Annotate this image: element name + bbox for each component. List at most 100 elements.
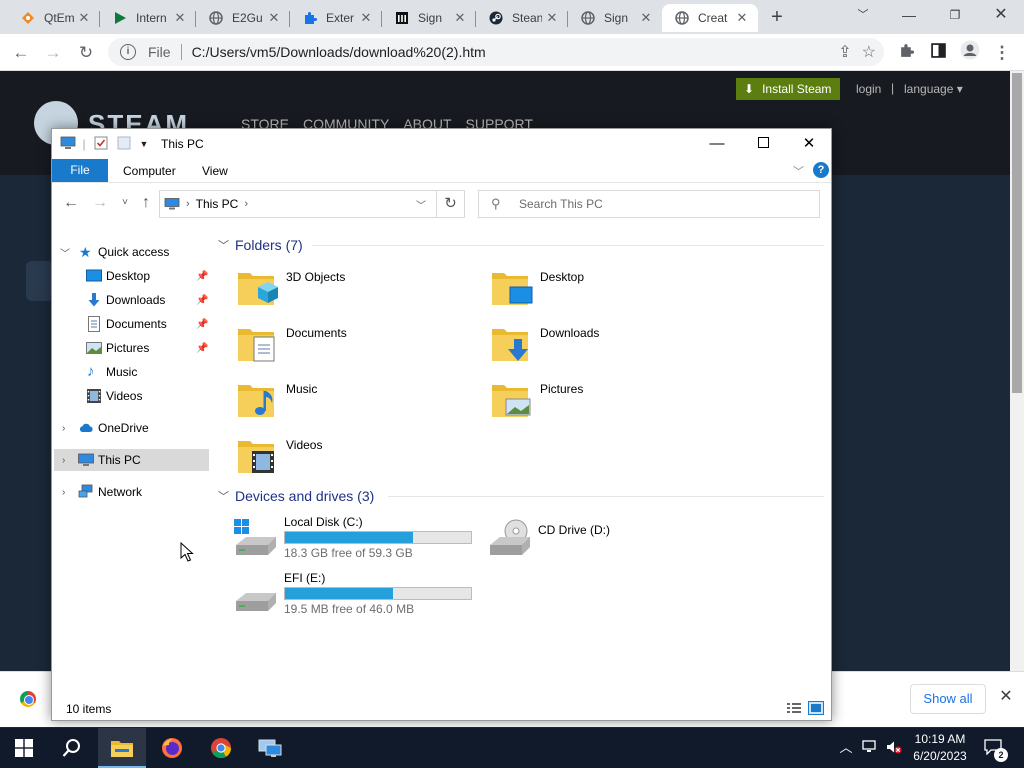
pin-icon[interactable]: 📌 bbox=[196, 343, 208, 354]
tab-e2gu[interactable]: E2Gu ✕ bbox=[195, 4, 290, 32]
up-arrow-icon[interactable]: ↑ bbox=[137, 194, 155, 212]
ribbon-tab-view[interactable]: View bbox=[202, 164, 228, 178]
tab-exter[interactable]: Exter ✕ bbox=[289, 4, 382, 32]
bookmark-star-icon[interactable]: ☆ bbox=[862, 42, 876, 62]
folder-pictures[interactable]: Pictures bbox=[490, 377, 730, 425]
chevron-down-icon[interactable]: ﹀ bbox=[218, 237, 229, 253]
chrome-file-icon[interactable] bbox=[20, 691, 36, 707]
nav-network[interactable]: › Network bbox=[54, 481, 209, 503]
explorer-address-bar[interactable]: › This PC › ﹀ bbox=[159, 190, 465, 218]
close-icon[interactable]: ✕ bbox=[734, 10, 750, 26]
explorer-title-bar[interactable]: | ▼ This PC — ✕ bbox=[52, 129, 831, 159]
volume-muted-icon[interactable] bbox=[886, 740, 902, 756]
tab-search-chevron-icon[interactable]: ﹀ bbox=[840, 0, 886, 34]
show-hidden-icons-chevron-icon[interactable]: ︿ bbox=[838, 740, 854, 756]
nav-documents[interactable]: Documents 📌 bbox=[54, 313, 209, 335]
chevron-down-icon[interactable]: ﹀ bbox=[60, 245, 70, 260]
nav-desktop[interactable]: Desktop 📌 bbox=[54, 265, 209, 287]
search-input[interactable]: ⚲ Search This PC bbox=[478, 190, 820, 218]
new-folder-icon[interactable] bbox=[116, 136, 132, 152]
menu-kebab-icon[interactable]: ⋮ bbox=[989, 40, 1015, 66]
breadcrumb-this-pc[interactable]: This PC bbox=[196, 197, 239, 211]
customize-dropdown-icon[interactable]: ▼ bbox=[136, 136, 152, 152]
ribbon-tab-computer[interactable]: Computer bbox=[123, 164, 176, 178]
tab-sign-2[interactable]: Sign ✕ bbox=[567, 4, 662, 32]
help-icon[interactable]: ? bbox=[813, 162, 829, 178]
reload-icon[interactable]: ↻ bbox=[73, 40, 99, 66]
folder-music[interactable]: Music bbox=[236, 377, 476, 425]
remote-desktop-icon[interactable] bbox=[246, 728, 294, 768]
minimize-icon[interactable]: — bbox=[886, 0, 932, 34]
steam-login-link[interactable]: login bbox=[856, 82, 881, 96]
chevron-right-icon[interactable]: › bbox=[62, 487, 65, 498]
forward-arrow-icon[interactable]: → bbox=[91, 194, 109, 212]
network-status-icon[interactable] bbox=[862, 740, 878, 756]
forward-arrow-icon[interactable]: → bbox=[40, 40, 66, 66]
details-view-icon[interactable] bbox=[786, 701, 802, 715]
close-icon[interactable]: ✕ bbox=[358, 10, 374, 26]
large-icons-view-icon[interactable] bbox=[808, 701, 824, 715]
nav-music[interactable]: ♪ Music bbox=[54, 361, 209, 383]
chevron-right-icon[interactable]: › bbox=[186, 198, 190, 210]
clock-time[interactable]: 10:19 AM bbox=[913, 732, 967, 746]
ribbon-tab-file[interactable]: File bbox=[52, 159, 108, 182]
chevron-right-icon[interactable]: › bbox=[244, 198, 248, 210]
recent-locations-chevron-icon[interactable]: ˅ bbox=[116, 194, 134, 212]
install-steam-button[interactable]: ⬇ Install Steam bbox=[736, 78, 841, 100]
extensions-puzzle-icon[interactable] bbox=[893, 40, 919, 66]
firefox-icon[interactable] bbox=[148, 728, 196, 768]
info-icon[interactable]: i bbox=[120, 44, 136, 60]
tab-intern[interactable]: Intern ✕ bbox=[99, 4, 196, 32]
scrollbar-thumb[interactable] bbox=[1012, 73, 1022, 393]
close-icon[interactable]: ✕ bbox=[998, 689, 1014, 705]
properties-checkmark-icon[interactable] bbox=[93, 136, 109, 152]
chevron-right-icon[interactable]: › bbox=[62, 423, 65, 434]
start-windows-icon[interactable] bbox=[0, 728, 48, 768]
restore-icon[interactable]: ❐ bbox=[932, 0, 978, 34]
back-arrow-icon[interactable]: ← bbox=[62, 194, 80, 212]
clock-date[interactable]: 6/20/2023 bbox=[911, 749, 969, 763]
minimize-icon[interactable]: — bbox=[694, 129, 740, 159]
tab-steam[interactable]: Stean ✕ bbox=[475, 4, 568, 32]
page-scrollbar[interactable] bbox=[1010, 71, 1024, 671]
search-icon[interactable] bbox=[48, 728, 96, 768]
refresh-icon[interactable]: ↻ bbox=[436, 190, 465, 218]
close-window-icon[interactable]: ✕ bbox=[978, 0, 1024, 34]
profile-avatar-icon[interactable] bbox=[957, 40, 983, 66]
drive-local-disk-c[interactable]: Local Disk (C:) 18.3 GB free of 59.3 GB bbox=[232, 515, 482, 565]
maximize-icon[interactable] bbox=[740, 129, 786, 159]
address-bar[interactable]: i File C:/Users/vm5/Downloads/download%2… bbox=[108, 38, 884, 66]
close-icon[interactable]: ✕ bbox=[76, 10, 92, 26]
pin-icon[interactable]: 📌 bbox=[196, 271, 208, 282]
folder-documents[interactable]: Documents bbox=[236, 321, 476, 369]
nav-pictures[interactable]: Pictures 📌 bbox=[54, 337, 209, 359]
nav-downloads[interactable]: Downloads 📌 bbox=[54, 289, 209, 311]
nav-this-pc[interactable]: › This PC bbox=[54, 449, 209, 471]
new-tab-button[interactable]: + bbox=[766, 7, 788, 29]
share-icon[interactable]: ⇪ bbox=[838, 42, 851, 62]
drives-group-header[interactable]: ﹀ Devices and drives (3) bbox=[218, 486, 374, 506]
file-explorer-icon[interactable] bbox=[98, 728, 146, 768]
expand-ribbon-chevron-icon[interactable]: ﹀ bbox=[793, 163, 804, 179]
close-icon[interactable]: ✕ bbox=[544, 10, 560, 26]
chrome-icon[interactable] bbox=[197, 728, 245, 768]
close-icon[interactable]: ✕ bbox=[452, 10, 468, 26]
chevron-down-icon[interactable]: ﹀ bbox=[218, 488, 229, 504]
folder-videos[interactable]: Videos bbox=[236, 433, 476, 481]
steam-language-dropdown[interactable]: language ▾ bbox=[904, 82, 963, 96]
folders-group-header[interactable]: ﹀ Folders (7) bbox=[218, 235, 303, 255]
pin-icon[interactable]: 📌 bbox=[196, 295, 208, 306]
address-dropdown-icon[interactable]: ﹀ bbox=[416, 197, 426, 212]
close-icon[interactable]: ✕ bbox=[638, 10, 654, 26]
folder-3d-objects[interactable]: 3D Objects bbox=[236, 265, 476, 313]
folder-downloads[interactable]: Downloads bbox=[490, 321, 730, 369]
address-url[interactable]: C:/Users/vm5/Downloads/download%20(2).ht… bbox=[192, 44, 486, 60]
close-icon[interactable]: ✕ bbox=[172, 10, 188, 26]
nav-quick-access[interactable]: ﹀ ★ Quick access bbox=[54, 241, 209, 263]
nav-videos[interactable]: Videos bbox=[54, 385, 209, 407]
folder-desktop[interactable]: Desktop bbox=[490, 265, 730, 313]
tab-sign-1[interactable]: Sign ✕ bbox=[381, 4, 476, 32]
pin-icon[interactable]: 📌 bbox=[196, 319, 208, 330]
tab-qtem[interactable]: QtEm ✕ bbox=[8, 4, 100, 32]
close-window-icon[interactable]: ✕ bbox=[786, 129, 832, 159]
